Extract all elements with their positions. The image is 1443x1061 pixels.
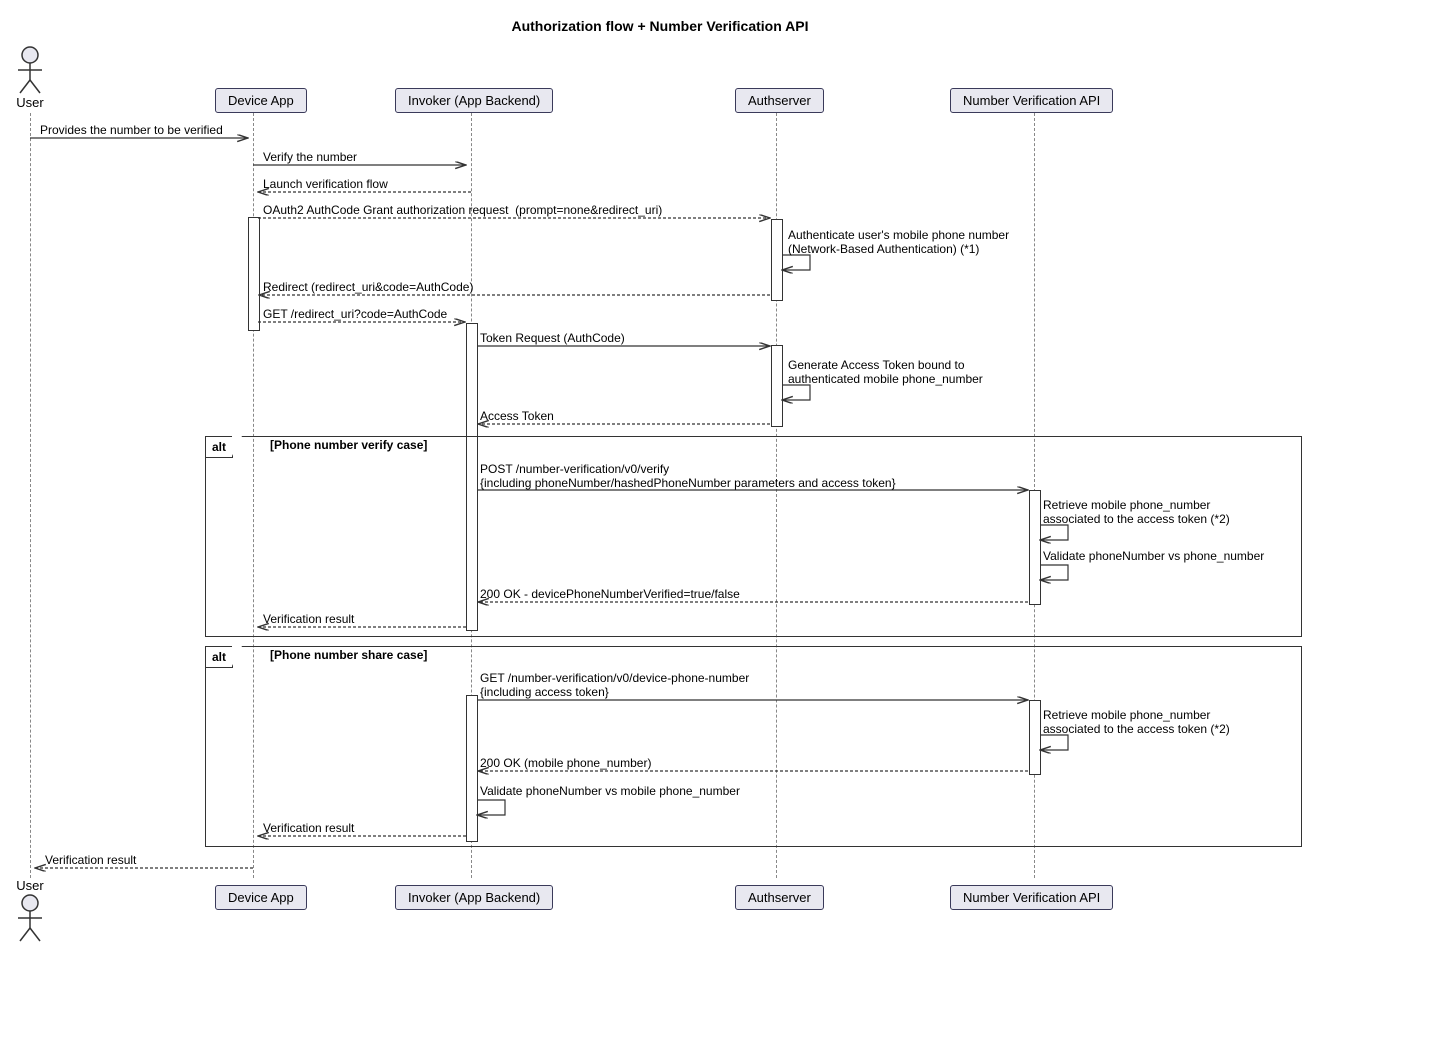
msg-label: GET /redirect_uri?code=AuthCode [263,307,447,321]
alt-condition-share: [Phone number share case] [270,648,427,662]
alt-frame-verify: alt [205,436,1302,637]
msg-label: Verify the number [263,150,357,164]
sequence-diagram: Authorization flow + Number Verification… [10,10,1310,970]
msg-label: OAuth2 AuthCode Grant authorization requ… [263,203,662,217]
msg-label: Provides the number to be verified [40,123,223,137]
actor-user-bottom: User [15,878,45,943]
participant-nvapi-bottom: Number Verification API [950,885,1113,910]
alt-tab: alt [205,436,233,458]
participant-invoker-bottom: Invoker (App Backend) [395,885,553,910]
msg-label: Generate Access Token bound to authentic… [788,358,983,386]
alt-condition-verify: [Phone number verify case] [270,438,427,452]
participant-device-app-bottom: Device App [215,885,307,910]
msg-label: Token Request (AuthCode) [480,331,625,345]
msg-label: Access Token [480,409,554,423]
msg-label: Verification result [45,853,136,867]
participant-authserver-bottom: Authserver [735,885,824,910]
alt-tab: alt [205,646,233,668]
stickman-icon [15,893,45,943]
alt-frame-share: alt [205,646,1302,847]
actor-label: User [15,878,45,893]
msg-label: Launch verification flow [263,177,388,191]
msg-label: Redirect (redirect_uri&code=AuthCode) [263,280,473,294]
msg-label: Authenticate user's mobile phone number … [788,228,1009,256]
